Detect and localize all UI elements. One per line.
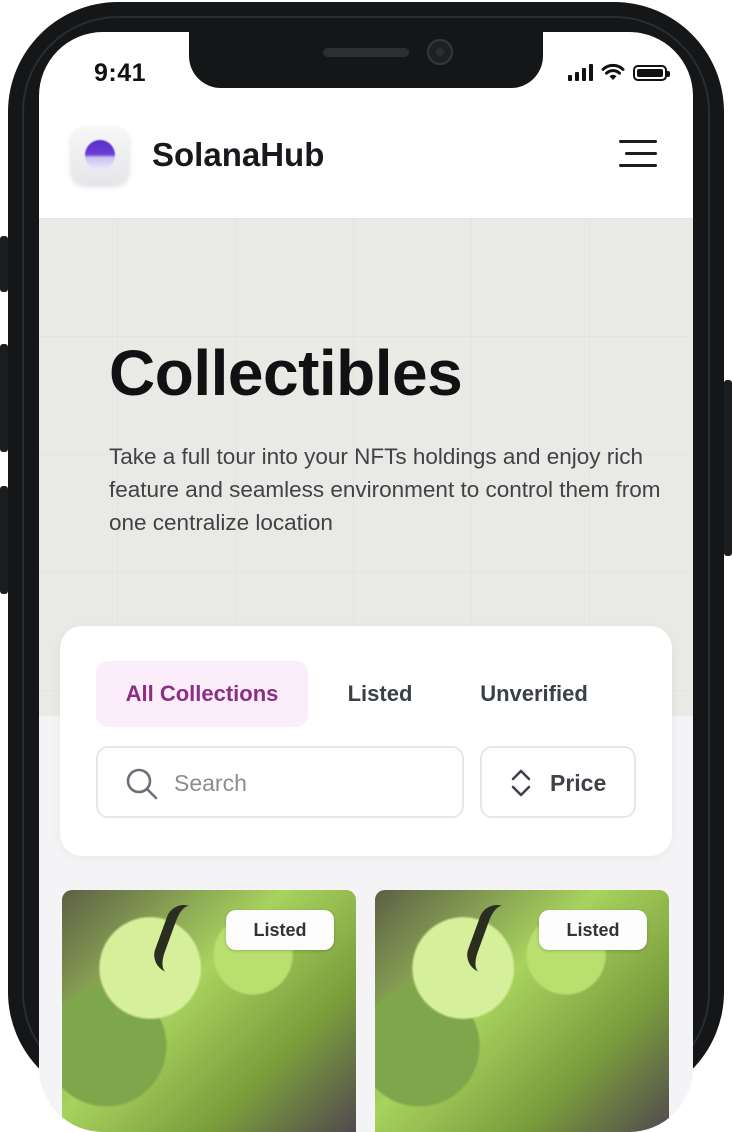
page-description: Take a full tour into your NFTs holdings… xyxy=(109,444,661,535)
app-name: SolanaHub xyxy=(152,136,325,173)
nft-artwork xyxy=(462,899,520,979)
page-title: Collectibles xyxy=(109,337,463,409)
phone-side-button-volume-up xyxy=(0,344,8,452)
phone-side-button-mute xyxy=(0,236,8,292)
phone-side-button-power xyxy=(724,380,732,556)
app-header: SolanaHub xyxy=(39,120,693,220)
solana-hub-logo-icon[interactable] xyxy=(71,126,129,184)
front-camera xyxy=(427,39,453,65)
cellular-signal-icon xyxy=(568,63,593,81)
nft-artwork xyxy=(149,899,207,979)
wifi-icon xyxy=(601,63,625,80)
status-icons xyxy=(568,63,670,81)
battery-icon xyxy=(633,65,670,81)
price-sort-label: Price xyxy=(550,770,607,796)
tab-listed[interactable]: Listed xyxy=(322,661,438,727)
search-box[interactable] xyxy=(96,746,464,818)
search-icon xyxy=(126,768,158,800)
nft-card[interactable]: Listed xyxy=(375,890,669,1132)
phone-side-button-volume-down xyxy=(0,486,8,594)
hamburger-menu-icon[interactable] xyxy=(619,140,657,168)
tab-all-collections[interactable]: All Collections xyxy=(96,661,308,727)
tab-unverified[interactable]: Unverified xyxy=(460,661,608,727)
notch xyxy=(189,32,543,88)
filter-card: All Collections Listed Unverified Price xyxy=(60,626,672,856)
sort-updown-icon xyxy=(511,769,531,797)
search-input[interactable] xyxy=(172,762,446,804)
listed-badge: Listed xyxy=(226,910,334,950)
price-sort-button[interactable]: Price xyxy=(480,746,636,818)
speaker-grille xyxy=(323,48,409,57)
status-time: 9:41 xyxy=(94,59,147,87)
phone-screen: 9:41 SolanaHub Collectibles Take a full … xyxy=(39,32,693,1132)
listed-badge: Listed xyxy=(539,910,647,950)
nft-card[interactable]: Listed xyxy=(62,890,356,1132)
